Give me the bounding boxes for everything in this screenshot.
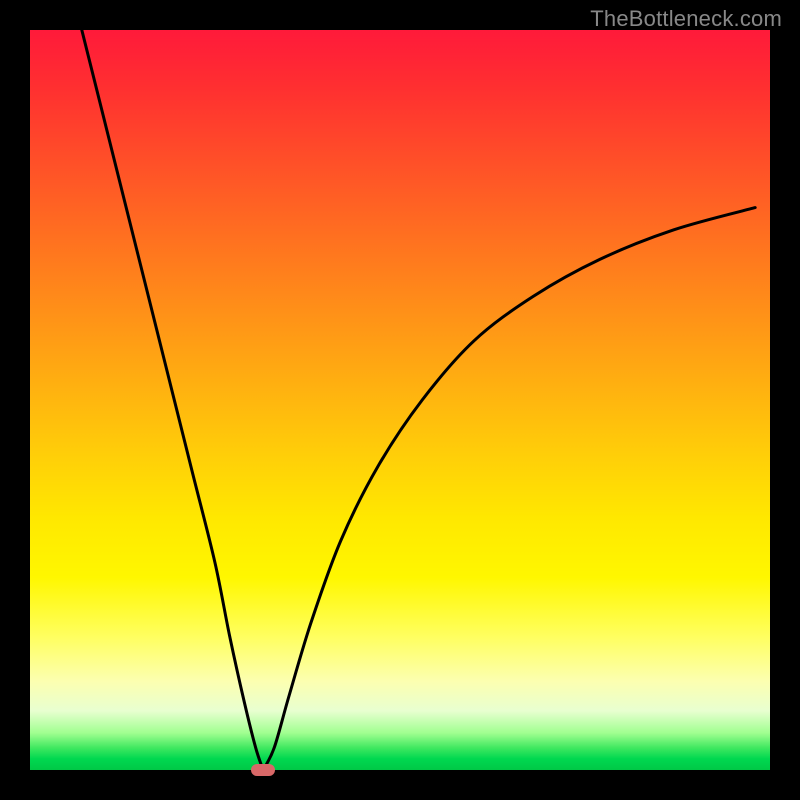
optimal-point-marker bbox=[251, 764, 275, 776]
watermark-text: TheBottleneck.com bbox=[590, 6, 782, 32]
bottleneck-curve bbox=[30, 30, 770, 770]
plot-gradient-background bbox=[30, 30, 770, 770]
